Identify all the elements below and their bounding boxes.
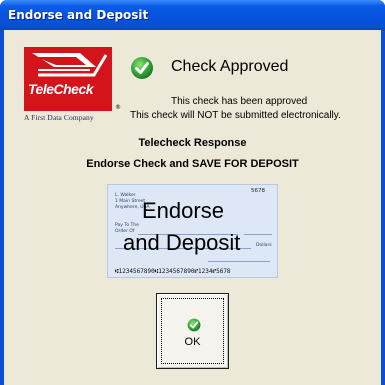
telecheck-logo: TeleCheck: [24, 47, 112, 111]
check-image: L. Walker 1 Main Street Anywhere, USA 56…: [107, 184, 278, 278]
logo-check-graphic-icon: [32, 53, 108, 77]
logo-registered-mark: ®: [115, 104, 121, 111]
status-message-not-electronic: This check will NOT be submitted electro…: [130, 110, 341, 121]
check-overlay-and-deposit: and Deposit: [123, 230, 241, 255]
ok-button[interactable]: OK: [156, 293, 229, 369]
check-amount-line: [244, 234, 272, 235]
check-pay-to-label: Pay To The: [115, 223, 139, 228]
response-instruction: Endorse Check and SAVE FOR DEPOSIT: [86, 158, 299, 170]
logo-brand-text: TeleCheck: [28, 81, 94, 97]
green-checkmark-icon: [131, 57, 153, 79]
check-dollars-label: Dollars: [256, 243, 272, 248]
check-payer-name: L. Walker: [115, 193, 136, 198]
check-micr-line: ⑆1234567890⑆1234567890⑈1234⑈5678: [115, 268, 231, 275]
ok-button-label: OK: [184, 336, 201, 348]
check-payer-address-1: 1 Main Street: [115, 199, 146, 204]
check-overlay-endorse: Endorse: [142, 198, 224, 223]
logo-tagline: A First Data Company: [24, 113, 94, 122]
title-bar[interactable]: Endorse and Deposit: [0, 0, 385, 30]
status-heading: Check Approved: [171, 58, 289, 75]
status-message-approved: This check has been approved: [171, 96, 308, 107]
ok-checkmark-icon: [187, 318, 201, 332]
check-signature-line: [208, 261, 270, 262]
response-heading: Telecheck Response: [138, 137, 247, 149]
window-title: Endorse and Deposit: [8, 8, 149, 22]
check-number: 5678: [251, 188, 265, 194]
